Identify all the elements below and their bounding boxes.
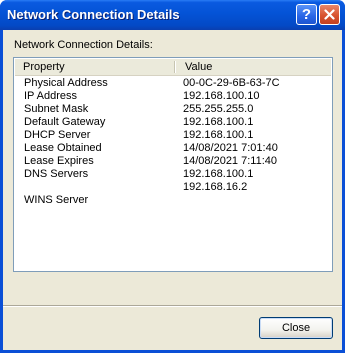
close-icon <box>324 9 335 20</box>
list-item[interactable]: IP Address 192.168.100.10 <box>14 90 332 103</box>
property-cell: WINS Server <box>24 194 89 206</box>
list-item[interactable]: Subnet Mask 255.255.255.0 <box>14 103 332 116</box>
details-label: Network Connection Details: <box>14 39 153 51</box>
property-cell: Subnet Mask <box>24 103 89 115</box>
value-cell: 192.168.100.10 <box>183 90 260 102</box>
property-cell: Default Gateway <box>24 116 106 128</box>
property-cell: DNS Servers <box>24 168 89 180</box>
value-cell: 192.168.100.1 <box>183 168 254 180</box>
list-rows: Physical Address 00-0C-29-6B-63-7C IP Ad… <box>14 77 332 207</box>
property-cell: Lease Obtained <box>24 142 102 154</box>
help-icon: ? <box>301 6 312 23</box>
help-button[interactable]: ? <box>296 4 317 25</box>
close-button[interactable]: Close <box>259 317 333 339</box>
property-cell: Lease Expires <box>24 155 94 167</box>
list-item[interactable]: Lease Expires 14/08/2021 7:11:40 <box>14 155 332 168</box>
dialog-body: Network Connection Details: Property Val… <box>3 30 342 350</box>
network-connection-details-dialog: Network Connection Details ? Network Con… <box>0 0 345 353</box>
value-cell: 192.168.100.1 <box>183 129 254 141</box>
list-item[interactable]: Lease Obtained 14/08/2021 7:01:40 <box>14 142 332 155</box>
list-item[interactable]: Default Gateway 192.168.100.1 <box>14 116 332 129</box>
value-cell: 192.168.100.1 <box>183 116 254 128</box>
window-title: Network Connection Details <box>7 7 180 22</box>
value-cell: 255.255.255.0 <box>183 103 254 115</box>
list-item[interactable]: DHCP Server 192.168.100.1 <box>14 129 332 142</box>
title-close-button[interactable] <box>319 4 340 25</box>
details-list[interactable]: Property Value Physical Address 00-0C-29… <box>13 57 333 272</box>
list-item[interactable]: 192.168.16.2 <box>14 181 332 194</box>
list-item[interactable]: Physical Address 00-0C-29-6B-63-7C <box>14 77 332 90</box>
value-cell: 14/08/2021 7:11:40 <box>183 155 277 167</box>
column-separator[interactable] <box>174 61 176 73</box>
property-cell: Physical Address <box>24 77 108 89</box>
value-cell: 14/08/2021 7:01:40 <box>183 142 278 154</box>
list-item[interactable]: WINS Server <box>14 194 332 207</box>
title-bar[interactable]: Network Connection Details ? <box>0 0 345 30</box>
value-cell: 00-0C-29-6B-63-7C <box>183 77 280 89</box>
column-header-value[interactable]: Value <box>185 59 212 75</box>
footer-divider <box>3 305 342 307</box>
value-cell: 192.168.16.2 <box>183 181 248 193</box>
property-cell: IP Address <box>24 90 77 102</box>
property-cell: DHCP Server <box>24 129 91 141</box>
list-item[interactable]: DNS Servers 192.168.100.1 <box>14 168 332 181</box>
column-header-property[interactable]: Property <box>23 59 65 75</box>
list-header: Property Value <box>15 59 331 76</box>
